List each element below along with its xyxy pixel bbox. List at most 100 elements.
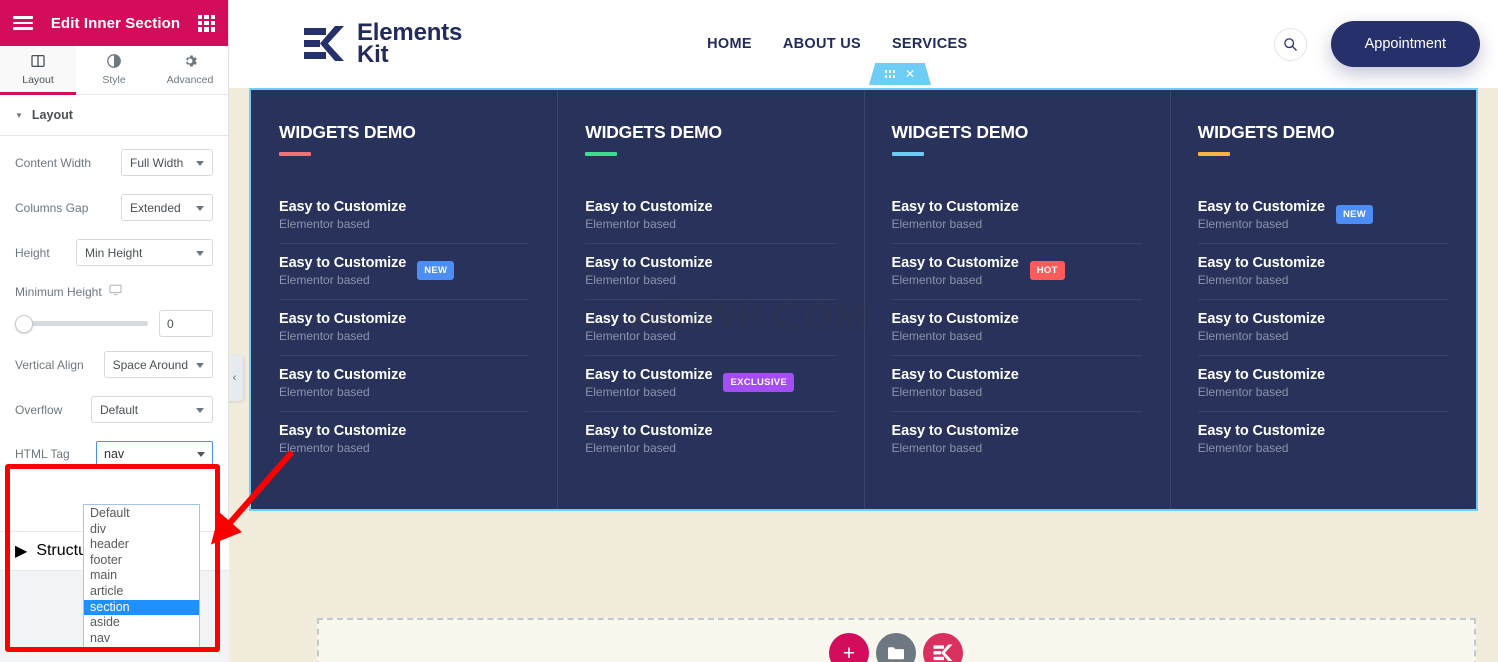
list-item[interactable]: Easy to Customize Elementor based <box>1197 356 1448 412</box>
item-name: Easy to Customize <box>585 255 713 271</box>
widget-column-2[interactable]: WIDGETS DEMO Easy to Customize Elementor … <box>557 90 863 509</box>
height-select[interactable]: Min Height <box>76 239 213 266</box>
list-item[interactable]: Easy to Customize Elementor based <box>585 188 836 244</box>
option-nav[interactable]: nav <box>84 631 199 647</box>
hamburger-icon[interactable] <box>13 16 33 30</box>
item-sub: Elementor based <box>1197 385 1289 399</box>
item-name: Easy to Customize <box>891 367 1019 383</box>
item-name: Easy to Customize <box>585 367 713 383</box>
control-minimum-height: Minimum Height <box>15 284 213 337</box>
elementskit-button[interactable] <box>923 633 963 662</box>
option-main[interactable]: main <box>84 568 199 584</box>
drag-dots-icon[interactable] <box>884 70 895 78</box>
nav-item-about-us[interactable]: ABOUT US <box>783 36 861 52</box>
column-accent-bar <box>1197 152 1230 156</box>
inner-section-widgets[interactable]: WIDGETS DEMO Easy to Customize Elementor … <box>249 88 1478 511</box>
column-title: WIDGETS DEMO <box>891 122 1029 142</box>
html-tag-select[interactable]: nav <box>96 441 213 467</box>
vertical-align-select[interactable]: Space Around <box>103 351 213 378</box>
tab-layout[interactable]: Layout <box>0 46 76 95</box>
control-label: Height <box>15 245 50 260</box>
control-height: Height Min Height <box>15 239 213 266</box>
desktop-icon[interactable] <box>109 284 122 299</box>
list-item[interactable]: Easy to Customize Elementor based <box>279 188 530 244</box>
minimum-height-slider[interactable] <box>15 314 148 333</box>
list-item[interactable]: Easy to Customize Elementor based <box>891 356 1142 412</box>
overflow-select[interactable]: Default <box>91 396 213 423</box>
tab-style[interactable]: Style <box>76 46 152 94</box>
layout-controls: Content Width Full Width Columns Gap Ext… <box>0 136 228 467</box>
list-item[interactable]: Easy to Customize Elementor based <box>279 356 530 412</box>
template-library-button[interactable] <box>876 633 916 662</box>
site-logo[interactable]: Elements Kit <box>304 21 462 68</box>
floating-action-buttons: + <box>829 633 963 662</box>
list-item[interactable]: Easy to Customize Elementor based NEW <box>1197 188 1448 244</box>
logo-line2: Kit <box>357 41 389 68</box>
nav-item-home[interactable]: HOME <box>707 36 752 52</box>
control-html-tag: HTML Tag nav <box>15 441 213 467</box>
widget-list: Easy to Customize Elementor based NEW Easy… <box>1197 188 1448 467</box>
appointment-button[interactable]: Appointment <box>1330 21 1480 67</box>
list-item[interactable]: Easy to Customize Elementor based <box>585 244 836 300</box>
option-div[interactable]: div <box>84 522 199 538</box>
html-tag-option-list[interactable]: Default div header footer main article s… <box>83 504 200 649</box>
option-section[interactable]: section <box>84 599 199 616</box>
list-item[interactable]: Easy to Customize Elementor based <box>279 300 530 356</box>
list-item[interactable]: Easy to Customize Elementor based HOT <box>891 244 1142 300</box>
list-item[interactable]: Easy to Customize Elementor based <box>891 300 1142 356</box>
item-sub: Elementor based <box>279 217 370 231</box>
widget-list: Easy to Customize Elementor based Easy to… <box>891 188 1142 467</box>
columns-gap-select[interactable]: Extended <box>121 194 213 221</box>
control-label: Overflow <box>15 402 63 417</box>
item-sub: Elementor based <box>585 385 676 399</box>
list-item[interactable]: Easy to Customize Elementor based <box>892 412 1142 467</box>
list-item[interactable]: Easy to Customize Elementor based <box>585 300 836 356</box>
list-item[interactable]: Easy to Customize Elementor based <box>279 412 529 467</box>
logo-text: Elements Kit <box>357 21 462 68</box>
control-label: Content Width <box>15 155 92 170</box>
panel-header: Edit Inner Section <box>0 0 228 46</box>
control-vertical-align: Vertical Align Space Around <box>15 351 213 378</box>
tab-advanced[interactable]: Advanced <box>152 46 228 94</box>
slider-knob[interactable] <box>15 314 33 333</box>
item-name: Easy to Customize <box>1197 199 1325 215</box>
layout-section-header[interactable]: ▼ Layout <box>0 95 228 136</box>
control-columns-gap: Columns Gap Extended <box>15 194 213 221</box>
grid-apps-icon[interactable] <box>198 14 215 32</box>
option-aside[interactable]: aside <box>84 615 199 631</box>
option-footer[interactable]: footer <box>84 553 199 569</box>
list-item[interactable]: Easy to Customize Elementor based <box>1197 300 1448 356</box>
list-item[interactable]: Easy to Customize Elementor based <box>891 188 1142 244</box>
search-icon[interactable] <box>1273 27 1307 61</box>
widget-list: Easy to Customize Elementor based Easy to… <box>279 188 530 467</box>
list-item[interactable]: Easy to Customize Elementor based EXCLUSIV… <box>585 356 836 412</box>
contrast-circle-icon <box>107 54 121 70</box>
slider-track <box>15 321 148 326</box>
nav-item-services[interactable]: SERVICES <box>892 36 967 52</box>
list-item[interactable]: Easy to Customize Elementor based NEW <box>279 244 530 300</box>
add-section-button[interactable]: + <box>829 633 869 662</box>
widget-column-4[interactable]: WIDGETS DEMO Easy to Customize Elementor … <box>1169 90 1476 509</box>
minimum-height-input[interactable] <box>159 310 213 337</box>
tab-label: Layout <box>22 74 54 86</box>
option-default[interactable]: Default <box>84 506 199 522</box>
widget-column-1[interactable]: WIDGETS DEMO Easy to Customize Elementor … <box>251 90 557 509</box>
item-name: Easy to Customize <box>279 423 407 439</box>
item-name: Easy to Customize <box>1197 255 1325 271</box>
list-item[interactable]: Easy to Customize Elementor based <box>1197 244 1448 300</box>
item-name: Easy to Customize <box>585 311 713 327</box>
control-label: HTML Tag <box>15 447 70 461</box>
list-item[interactable]: Easy to Customize Elementor based <box>585 412 835 467</box>
widget-column-3[interactable]: WIDGETS DEMO Easy to Customize Elementor … <box>863 90 1170 509</box>
list-item[interactable]: Easy to Customize Elementor based <box>1198 412 1448 467</box>
item-sub: Elementor based <box>279 441 370 455</box>
item-sub: Elementor based <box>279 329 370 343</box>
option-article[interactable]: article <box>84 584 199 600</box>
item-sub: Elementor based <box>891 273 983 287</box>
content-width-select[interactable]: Full Width <box>121 149 213 176</box>
close-x-icon[interactable]: ✕ <box>905 68 915 80</box>
item-sub: Elementor based <box>279 385 370 399</box>
section-handle-toolbar[interactable]: ✕ <box>869 63 931 85</box>
elementor-editor-screen: Elements Kit HOME ABOUT US SERVICES Appo… <box>0 0 1498 662</box>
option-header[interactable]: header <box>84 537 199 553</box>
